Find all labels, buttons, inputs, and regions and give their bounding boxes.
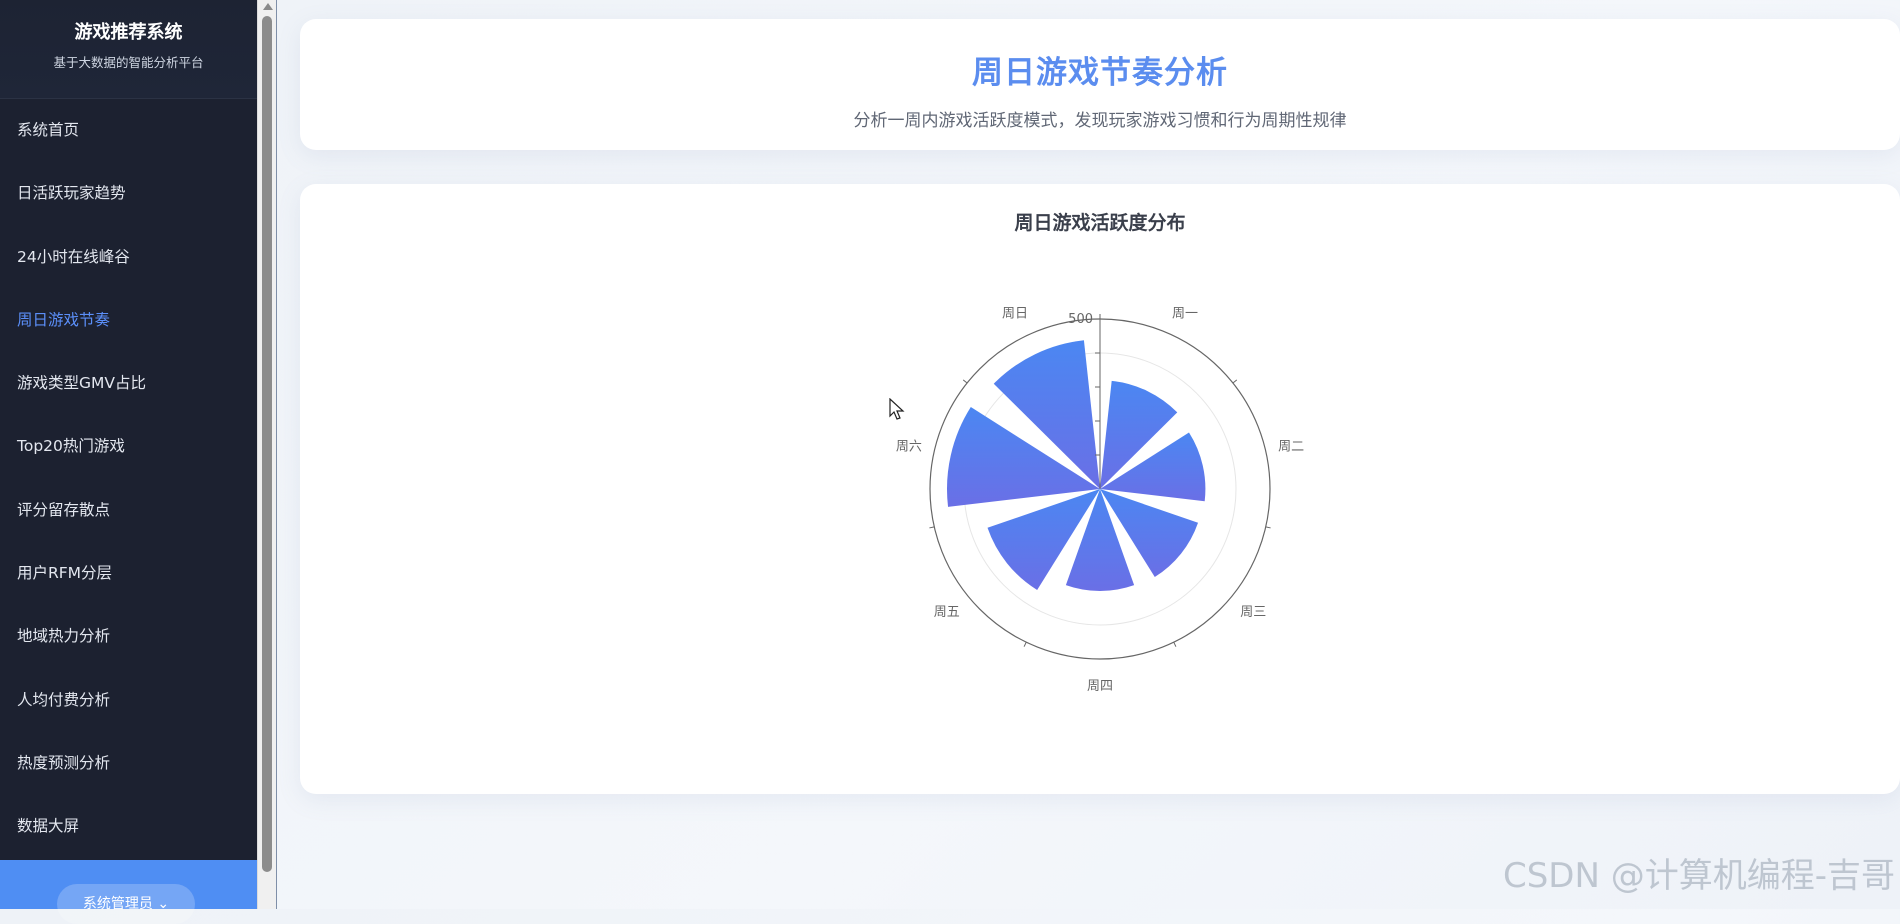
angle-tick bbox=[1023, 641, 1027, 647]
angle-tick bbox=[1265, 526, 1271, 529]
polar-bar-chart: 500 周一周二周三周四 周五 周六 周日 bbox=[896, 306, 1304, 694]
sidebar-footer: 系统管理员 ⌄ bbox=[0, 860, 257, 924]
sidebar-item-dau-trend[interactable]: 日活跃玩家趋势 bbox=[0, 162, 257, 225]
angle-tick bbox=[1173, 641, 1177, 647]
header-card: 周日游戏节奏分析 分析一周内游戏活跃度模式，发现玩家游戏习惯和行为周期性规律 bbox=[300, 19, 1900, 150]
watermark: CSDN @计算机编程-吉哥 bbox=[1502, 856, 1895, 896]
sidebar-item-rfm[interactable]: 用户RFM分层 bbox=[0, 542, 257, 605]
sidebar-item-region-heat[interactable]: 地域热力分析 bbox=[0, 605, 257, 668]
sidebar-item-heat-forecast[interactable]: 热度预测分析 bbox=[0, 732, 257, 795]
scroll-thumb[interactable] bbox=[262, 16, 272, 872]
brand: 游戏推荐系统 基于大数据的智能分析平台 bbox=[0, 0, 257, 99]
angle-label: 周一 bbox=[1172, 306, 1198, 321]
user-menu-button[interactable]: 系统管理员 ⌄ bbox=[57, 884, 195, 924]
angle-label: 周四 bbox=[1087, 679, 1113, 694]
mouse-cursor-icon bbox=[889, 398, 905, 420]
angle-label: 周日 bbox=[1002, 306, 1028, 321]
angle-label: 周二 bbox=[1278, 439, 1304, 454]
sidebar-menu: 系统首页 日活跃玩家趋势 24小时在线峰谷 周日游戏节奏 游戏类型GMV占比 T… bbox=[0, 99, 257, 859]
sidebar-item-rating-retention[interactable]: 评分留存散点 bbox=[0, 479, 257, 542]
angle-label: 周五 bbox=[934, 605, 960, 620]
sidebar-item-dashboard[interactable]: 数据大屏 bbox=[0, 795, 257, 858]
sidebar: 游戏推荐系统 基于大数据的智能分析平台 系统首页 日活跃玩家趋势 24小时在线峰… bbox=[0, 0, 257, 924]
page-title: 周日游戏节奏分析 bbox=[972, 55, 1228, 91]
sidebar-item-weekly-rhythm[interactable]: 周日游戏节奏 bbox=[0, 289, 257, 352]
sidebar-scrollbar[interactable] bbox=[257, 0, 277, 909]
sidebar-item-24h-online[interactable]: 24小时在线峰谷 bbox=[0, 226, 257, 289]
chart-card: 周日游戏活跃度分布 500 周一 周二 周三 周四 周五 周六 周日 bbox=[300, 184, 1900, 794]
brand-subtitle: 基于大数据的智能分析平台 bbox=[53, 55, 204, 70]
sidebar-item-home[interactable]: 系统首页 bbox=[0, 99, 257, 162]
sidebar-item-arpu[interactable]: 人均付费分析 bbox=[0, 669, 257, 732]
angle-label: 周三 bbox=[1240, 605, 1266, 620]
page-description: 分析一周内游戏活跃度模式，发现玩家游戏习惯和行为周期性规律 bbox=[853, 111, 1347, 131]
angle-tick bbox=[929, 526, 935, 529]
radius-tick-label: 500 bbox=[1068, 312, 1093, 327]
divider bbox=[276, 0, 277, 909]
sidebar-item-top20[interactable]: Top20热门游戏 bbox=[0, 415, 257, 478]
angle-tick bbox=[1232, 379, 1238, 384]
sidebar-item-genre-gmv[interactable]: 游戏类型GMV占比 bbox=[0, 352, 257, 415]
brand-title: 游戏推荐系统 bbox=[74, 22, 183, 43]
angle-tick bbox=[962, 379, 968, 384]
scroll-up-arrow-icon[interactable] bbox=[263, 3, 273, 10]
angle-label: 周六 bbox=[896, 439, 922, 454]
